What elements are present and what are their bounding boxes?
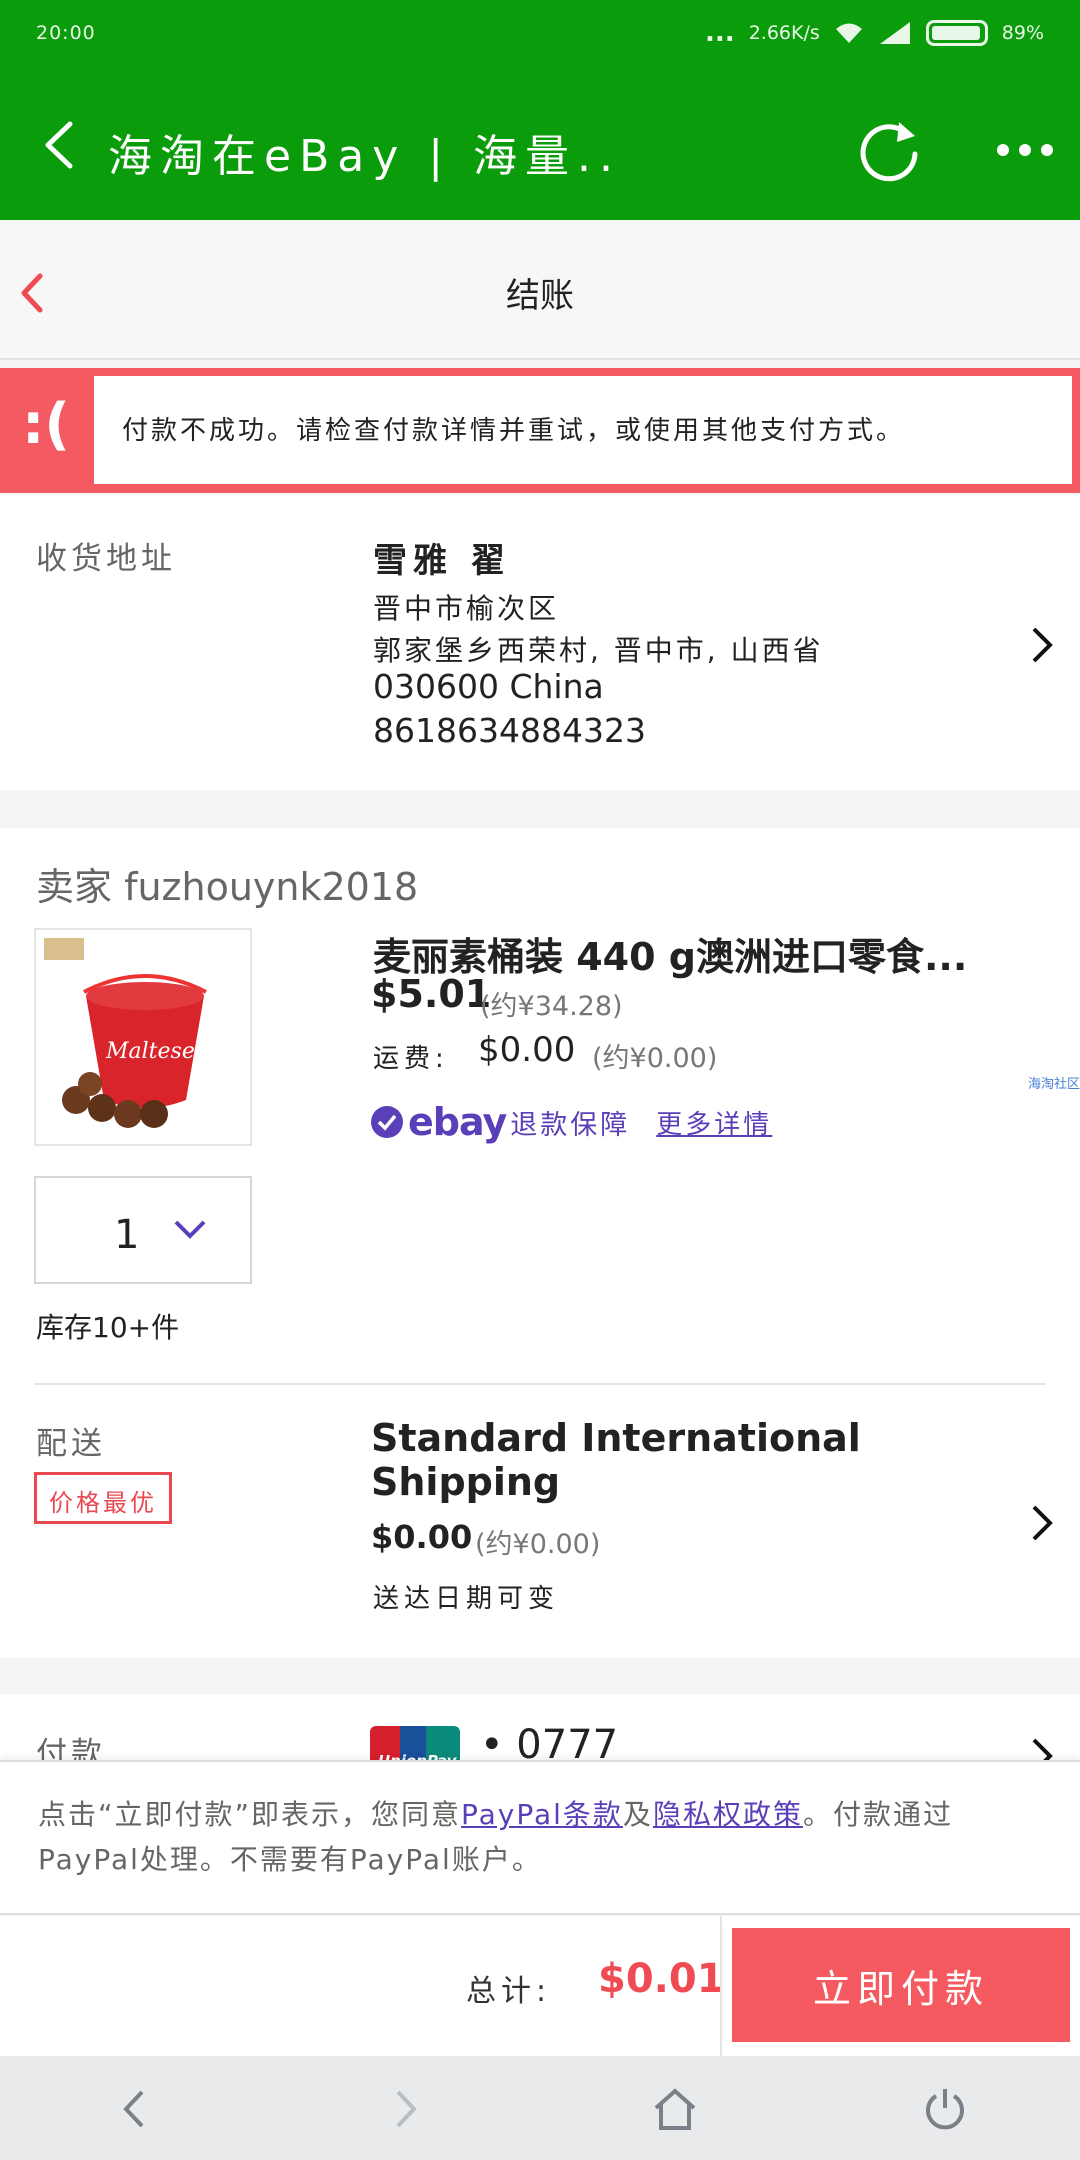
checkout-header: 结账 <box>0 220 1080 360</box>
nav-home-icon[interactable] <box>652 2086 698 2132</box>
quantity-select[interactable]: 1 <box>34 1176 252 1284</box>
more-options-icon[interactable] <box>995 140 1055 160</box>
payment-error-alert: :( 付款不成功。请检查付款详情并重试，或使用其他支付方式。 <box>0 368 1080 493</box>
shipping-address-section[interactable]: 收货地址 雪雅 翟 晋中市榆次区 郭家堡乡西荣村, 晋中市, 山西省 03060… <box>0 495 1080 790</box>
chevron-down-icon <box>174 1220 206 1239</box>
delivery-method[interactable]: Standard International Shipping <box>371 1416 891 1504</box>
item-price-cny: (约¥34.28) <box>480 991 623 1022</box>
money-back-guarantee: ebay 退款保障 更多详情 <box>370 1100 772 1144</box>
total-amount: $0.01 <box>598 1956 725 2002</box>
terms-mid: 及 <box>622 1798 653 1831</box>
system-nav-bar <box>0 2056 1080 2160</box>
delivery-label: 配送 <box>36 1426 106 1462</box>
alert-message: 付款不成功。请检查付款详情并重试，或使用其他支付方式。 <box>122 416 906 446</box>
status-time: 20:00 <box>36 22 96 44</box>
ebay-logo: ebay <box>408 1100 507 1144</box>
order-item-section: 卖家 fuzhouynk2018 Maltesers 麦丽素桶装 440 g澳洲… <box>0 828 1080 1658</box>
alert-message-box: 付款不成功。请检查付款详情并重试，或使用其他支付方式。 <box>94 376 1072 484</box>
more-details-link[interactable]: 更多详情 <box>656 1104 772 1141</box>
app-title: 海淘在eBay | 海量.. <box>108 131 622 182</box>
wifi-icon <box>835 23 862 43</box>
battery-percent: 89% <box>1001 22 1044 44</box>
terms-text: 点击“立即付款”即表示，您同意PayPal条款及隐私权政策。付款通过PayPal… <box>38 1792 1048 1882</box>
address-label: 收货地址 <box>36 541 176 577</box>
community-side-link[interactable]: 海淘社区 <box>1028 1073 1080 1092</box>
net-speed: 2.66K/s <box>748 22 820 44</box>
divider <box>720 1916 722 2056</box>
quantity-value: 1 <box>114 1212 140 1258</box>
delivery-date-note: 送达日期可变 <box>373 1584 560 1614</box>
page-title: 结账 <box>506 276 574 316</box>
address-line-1: 晋中市榆次区 <box>373 592 560 625</box>
guarantee-text: 退款保障 <box>510 1109 631 1141</box>
chevron-right-icon[interactable] <box>1030 1503 1054 1543</box>
address-phone: 8618634884323 <box>373 711 646 750</box>
terms-pre: 点击“立即付款”即表示，您同意 <box>38 1798 462 1831</box>
total-label: 总计: <box>466 1974 552 2009</box>
nav-power-icon[interactable] <box>922 2086 968 2132</box>
pay-now-button[interactable]: 立即付款 <box>732 1928 1070 2042</box>
nav-forward-icon[interactable] <box>382 2086 428 2132</box>
address-line-2: 郭家堡乡西荣村, 晋中市, 山西省 <box>373 634 824 667</box>
recipient-name: 雪雅 翟 <box>373 541 511 581</box>
best-price-badge: 价格最优 <box>34 1472 172 1524</box>
nav-back-icon[interactable] <box>112 2086 158 2132</box>
signal-icon <box>879 22 910 44</box>
address-line-3: 030600 China <box>373 667 604 706</box>
item-price: $5.01 <box>371 972 492 1016</box>
app-bar: 海淘在eBay | 海量.. <box>0 70 1080 220</box>
delivery-price: $0.00 <box>371 1518 473 1556</box>
status-indicators: ... 2.66K/s 89% <box>705 18 1044 48</box>
pay-bar: 总计: $0.01 立即付款 <box>0 1916 1080 2056</box>
back-arrow-icon[interactable] <box>40 120 80 170</box>
status-more-dots: ... <box>705 18 735 48</box>
product-bucket-illustration: Maltesers <box>44 938 217 1128</box>
stock-info: 库存10+件 <box>36 1311 180 1344</box>
product-image[interactable]: Maltesers <box>34 928 252 1146</box>
sad-face-icon: :( <box>22 392 70 457</box>
check-badge-icon <box>371 1106 403 1138</box>
privacy-policy-link[interactable]: 隐私权政策 <box>653 1798 803 1831</box>
refresh-icon[interactable] <box>855 118 925 188</box>
terms-notice: 点击“立即付款”即表示，您同意PayPal条款及隐私权政策。付款通过PayPal… <box>0 1760 1080 1915</box>
shipping-cost-label: 运费: <box>373 1044 449 1074</box>
delivery-price-cny: (约¥0.00) <box>475 1529 601 1560</box>
paypal-terms-link[interactable]: PayPal条款 <box>461 1798 623 1831</box>
chevron-right-icon[interactable] <box>1030 625 1054 665</box>
seller-name[interactable]: 卖家 fuzhouynk2018 <box>36 856 418 911</box>
svg-text:Maltesers: Maltesers <box>105 1039 217 1064</box>
status-bar: 20:00 ... 2.66K/s 89% <box>0 0 1080 70</box>
shipping-cost-cny: (约¥0.00) <box>592 1043 718 1074</box>
battery-icon <box>925 20 988 46</box>
shipping-cost: $0.00 <box>478 1030 576 1070</box>
divider <box>34 1383 1046 1385</box>
